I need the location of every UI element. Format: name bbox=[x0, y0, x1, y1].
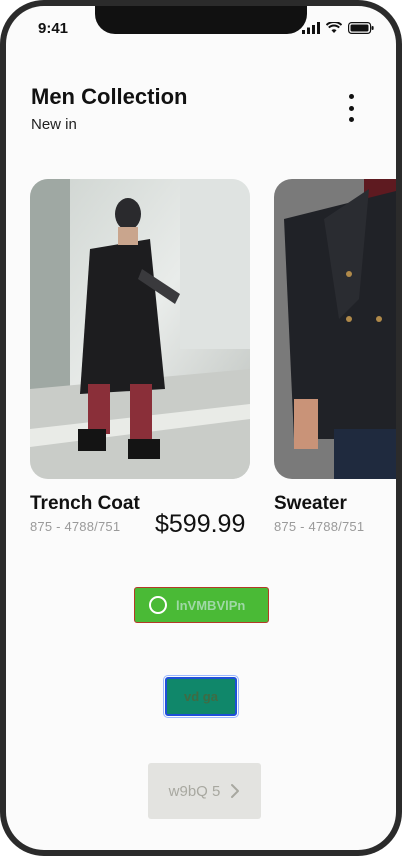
screen: 9:41 Men Collection New in Trench Coat 8… bbox=[6, 6, 396, 850]
circle-icon bbox=[149, 596, 167, 614]
signal-icon bbox=[302, 22, 320, 34]
page-title: Men Collection bbox=[31, 84, 188, 109]
product-sku: 875 - 4788/751 bbox=[30, 519, 121, 534]
grey-action-label: w9bQ 5 bbox=[168, 782, 221, 800]
teal-action-button[interactable]: vd ga bbox=[163, 675, 239, 718]
status-icons bbox=[302, 22, 374, 34]
green-action-label: lnVMBVlPn bbox=[176, 597, 246, 613]
more-vertical-icon bbox=[348, 94, 354, 99]
chevron-right-icon bbox=[231, 784, 240, 798]
phone-frame: 9:41 Men Collection New in Trench Coat 8… bbox=[0, 0, 402, 856]
page-subtitle: New in bbox=[31, 116, 77, 133]
status-time: 9:41 bbox=[38, 20, 69, 37]
product-image-sweater[interactable] bbox=[274, 179, 396, 479]
notch bbox=[95, 6, 307, 34]
green-action-button[interactable]: lnVMBVlPn bbox=[134, 587, 269, 623]
grey-action-button[interactable]: w9bQ 5 bbox=[148, 763, 261, 819]
product-name[interactable]: Sweater bbox=[274, 493, 347, 515]
menu-dot bbox=[348, 117, 354, 122]
product-image-trench-coat[interactable] bbox=[30, 179, 250, 479]
battery-icon bbox=[348, 22, 374, 34]
sweater-photo bbox=[274, 179, 396, 479]
product-sku: 875 - 4788/751 bbox=[274, 519, 365, 534]
trench-coat-photo bbox=[30, 179, 250, 479]
menu-dot bbox=[348, 105, 354, 111]
wifi-icon bbox=[326, 22, 342, 33]
teal-action-label: vd ga bbox=[184, 689, 218, 704]
product-price: $599.99 bbox=[155, 510, 246, 538]
product-name[interactable]: Trench Coat bbox=[30, 493, 140, 515]
more-menu-button[interactable] bbox=[336, 92, 366, 124]
